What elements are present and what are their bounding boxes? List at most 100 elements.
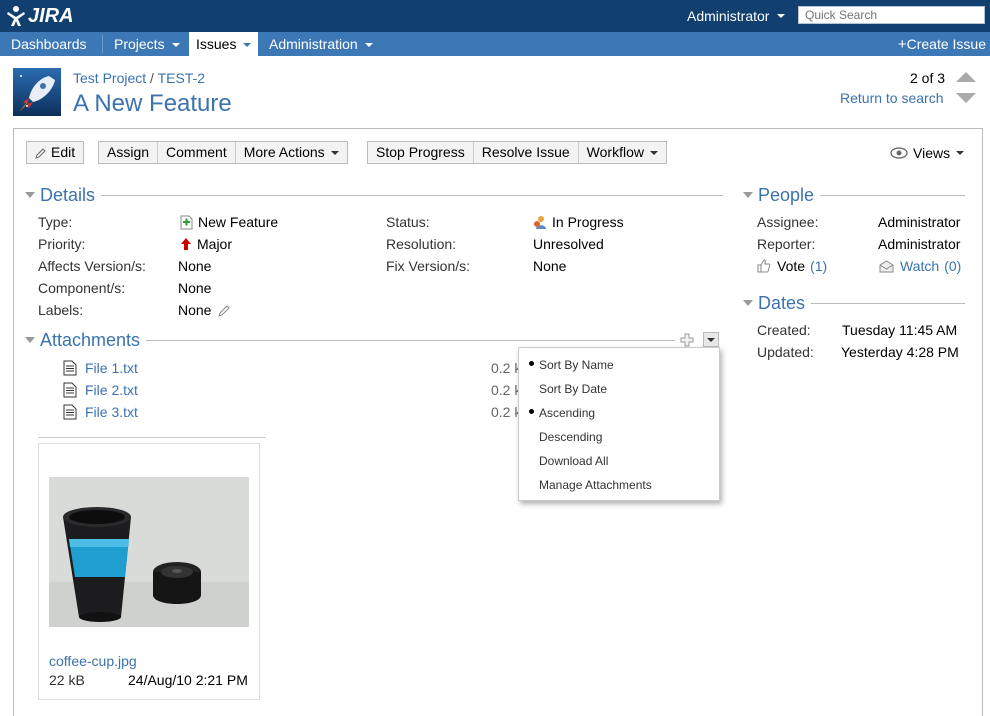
labels-value-text: None (178, 302, 212, 318)
breadcrumb-issue-key[interactable]: TEST-2 (158, 70, 205, 86)
chevron-down-icon (243, 43, 252, 48)
menu-item-sort-by-date[interactable]: Sort By Date (539, 382, 607, 396)
reporter-label: Reporter: (757, 236, 816, 252)
attachment-file-row: File 3.txt (63, 404, 138, 420)
type-value-text: New Feature (198, 214, 279, 230)
nav-dashboards[interactable]: Dashboards (0, 32, 101, 72)
details-section-header[interactable]: Details (25, 185, 723, 205)
attachment-options-button[interactable] (703, 332, 719, 347)
labels-value: None (178, 302, 236, 318)
fix-version-label: Fix Version/s: (386, 258, 471, 274)
attachment-file-link[interactable]: File 1.txt (85, 360, 138, 376)
nav-issues[interactable]: Issues (189, 32, 258, 56)
updated-label: Updated: (757, 344, 814, 360)
menu-item-manage-attachments[interactable]: Manage Attachments (539, 478, 652, 492)
add-attachment-icon[interactable] (680, 333, 694, 347)
next-issue-icon[interactable] (956, 93, 976, 103)
coffee-cup-thumbnail[interactable] (49, 477, 249, 627)
views-button[interactable]: Views (890, 145, 965, 161)
thumbs-up-icon (757, 259, 771, 273)
status-value: In Progress (533, 214, 624, 230)
image-attachment-name[interactable]: coffee-cup.jpg (49, 653, 137, 669)
workflow-label: Workflow (586, 144, 644, 160)
create-issue-button[interactable]: +Create Issue (898, 32, 986, 56)
comment-button[interactable]: Comment (158, 142, 236, 163)
workflow-button[interactable]: Workflow (579, 142, 666, 163)
breadcrumb-project[interactable]: Test Project (73, 70, 146, 86)
menu-item-descending[interactable]: Descending (539, 430, 602, 444)
collapse-triangle-icon (25, 337, 35, 343)
stop-progress-button[interactable]: Stop Progress (368, 142, 474, 163)
new-feature-icon (180, 215, 193, 229)
resolve-issue-button[interactable]: Resolve Issue (474, 142, 579, 163)
views-label: Views (913, 145, 951, 161)
assignee-link[interactable]: Administrator (878, 214, 960, 230)
vote-label: Vote (777, 258, 806, 274)
nav-administration[interactable]: Administration (258, 32, 374, 56)
main-nav: Dashboards Projects Issues Administratio… (0, 32, 990, 72)
people-section-header[interactable]: People (743, 185, 965, 205)
status-value-text: In Progress (552, 214, 624, 230)
collapse-triangle-icon (743, 192, 753, 198)
resolution-label: Resolution: (386, 236, 457, 252)
nav-administration-label: Administration (269, 36, 358, 52)
top-header: JIRA Administrator (0, 0, 990, 32)
updated-value: Yesterday 4:28 PM (841, 344, 959, 360)
jira-logo[interactable]: JIRA (5, 4, 74, 28)
user-name: Administrator (687, 8, 770, 24)
issue-pager: 2 of 3 (910, 70, 946, 86)
nav-projects[interactable]: Projects (103, 32, 186, 56)
priority-value: Major (180, 236, 232, 252)
watch-count[interactable]: (0) (944, 258, 961, 274)
dates-heading: Dates (758, 292, 806, 313)
chevron-down-icon (364, 43, 373, 48)
return-to-search-link[interactable]: Return to search (840, 90, 944, 106)
envelope-icon (879, 259, 894, 272)
resolution-value: Unresolved (533, 236, 604, 252)
breadcrumb: Test Project / TEST-2 (73, 70, 205, 86)
assign-button-label: Assign (107, 144, 150, 160)
menu-item-download-all[interactable]: Download All (539, 454, 608, 468)
pencil-icon (35, 147, 46, 159)
reporter-link[interactable]: Administrator (878, 236, 960, 252)
type-value: New Feature (180, 214, 278, 230)
issue-title: A New Feature (73, 90, 232, 117)
text-file-icon (63, 360, 77, 376)
quick-search-input[interactable] (798, 6, 985, 24)
edit-toolbar-group: Edit (26, 141, 85, 164)
chevron-down-icon (707, 338, 715, 342)
component-label: Component/s: (38, 280, 126, 296)
selected-bullet-icon (529, 361, 534, 366)
type-label: Type: (38, 214, 73, 230)
section-divider (811, 302, 965, 304)
watch-label[interactable]: Watch (900, 258, 939, 274)
edit-button[interactable]: Edit (27, 142, 83, 163)
assign-button[interactable]: Assign (99, 142, 159, 163)
vote-control[interactable]: Vote (1) (757, 258, 827, 274)
priority-value-text: Major (197, 236, 233, 252)
people-heading: People (758, 184, 815, 205)
stop-progress-label: Stop Progress (376, 144, 465, 160)
menu-item-sort-by-name[interactable]: Sort By Name (539, 358, 614, 372)
chevron-down-icon (649, 150, 658, 155)
edit-labels-pencil-icon[interactable] (218, 304, 231, 317)
attachment-file-link[interactable]: File 2.txt (85, 382, 138, 398)
project-avatar[interactable] (13, 68, 61, 116)
attachment-file-size: 0.2 k (491, 360, 522, 376)
user-menu[interactable]: Administrator (687, 8, 786, 24)
chevron-down-icon (330, 150, 339, 155)
comment-button-label: Comment (166, 144, 227, 160)
created-label: Created: (757, 322, 811, 338)
image-attachment-card: coffee-cup.jpg 22 kB 24/Aug/10 2:21 PM (38, 443, 260, 700)
logo-text: JIRA (28, 4, 74, 27)
previous-issue-icon[interactable] (956, 72, 976, 82)
menu-item-ascending[interactable]: Ascending (539, 406, 595, 420)
nav-issues-label: Issues (196, 36, 237, 52)
attachment-file-link[interactable]: File 3.txt (85, 404, 138, 420)
more-actions-button[interactable]: More Actions (236, 142, 347, 163)
image-attachment-size: 22 kB (49, 672, 85, 688)
vote-count[interactable]: (1) (810, 258, 827, 274)
attachment-options-menu: Sort By Name Sort By Date Ascending Desc… (518, 347, 720, 501)
watch-control[interactable]: Watch (0) (879, 258, 961, 274)
dates-section-header[interactable]: Dates (743, 293, 965, 313)
